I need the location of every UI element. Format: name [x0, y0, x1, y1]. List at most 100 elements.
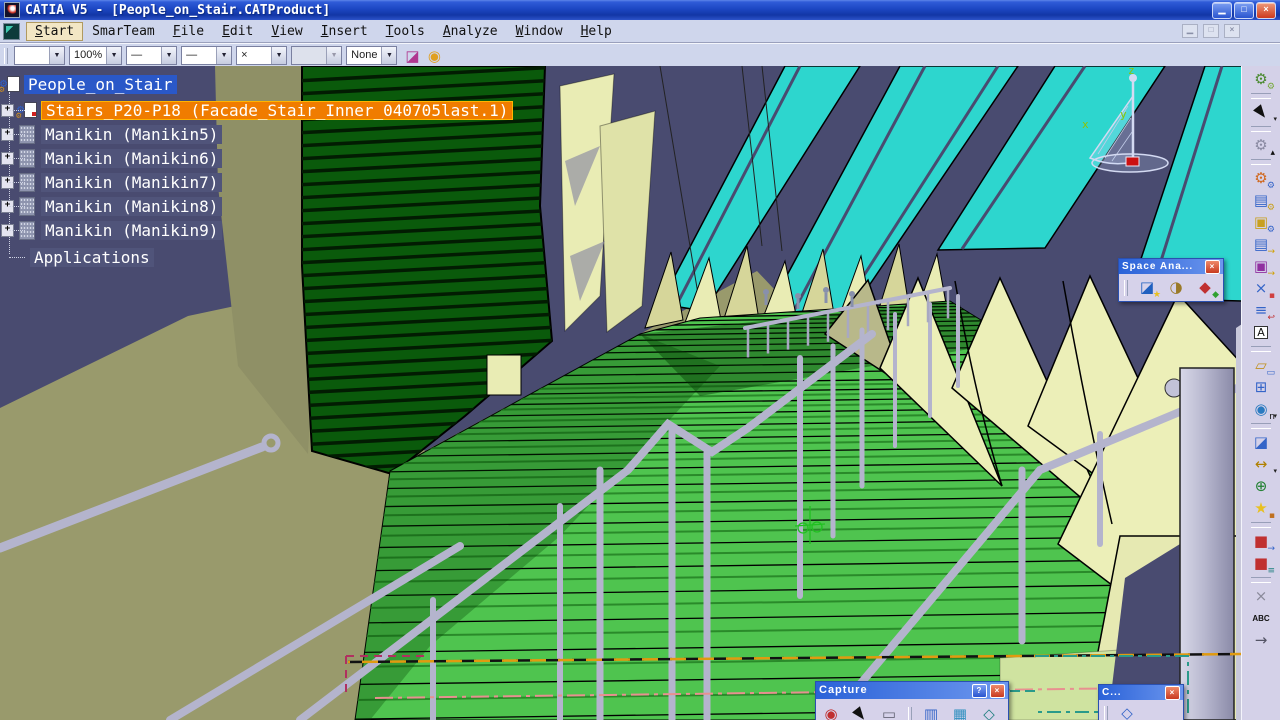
menu-item-start[interactable]: Start	[26, 22, 83, 41]
undo-list-icon[interactable]: ≡↩	[1248, 300, 1274, 321]
tree-root-row[interactable]: ⚙⚙People_on_Stair	[2, 74, 177, 94]
child-close-button[interactable]: ×	[1224, 24, 1240, 38]
panel-grip[interactable]	[1104, 706, 1108, 720]
c-toolbar[interactable]: C... × ◇	[1098, 684, 1184, 720]
menu-item-edit[interactable]: Edit	[213, 22, 262, 41]
line-type-combo[interactable]: —▼	[181, 46, 232, 65]
tree-item-label[interactable]: Stairs_P20-P18 (Facade_Stair_Inner_04070…	[41, 101, 513, 120]
toolbar-grip[interactable]	[4, 48, 8, 64]
tree-item-label[interactable]: Applications	[30, 248, 154, 267]
structure-tree-icon[interactable]: ⊞	[1248, 377, 1274, 398]
space-analysis-close-button[interactable]: ×	[1205, 260, 1220, 274]
tree-item-label[interactable]: Manikin (Manikin7)	[41, 173, 222, 192]
point-symbol-combo-arrow[interactable]: ▼	[271, 47, 286, 64]
opacity-combo-arrow[interactable]: ▼	[106, 47, 121, 64]
tree-item-label[interactable]: Manikin (Manikin8)	[41, 197, 222, 216]
highlight-pen-icon[interactable]: ★▪	[1248, 498, 1274, 519]
capture-options-icon[interactable]: ▭	[876, 704, 902, 720]
capture-clipboard-icon[interactable]: ▥	[918, 704, 944, 720]
menu-item-analyze[interactable]: Analyze	[434, 22, 507, 41]
layer-combo[interactable]: None▼	[346, 46, 397, 65]
measure-item-icon[interactable]: ×	[1248, 586, 1274, 607]
capture-toolbar[interactable]: Capture ? × ◉ ▭ ▥▦◇	[815, 681, 1009, 720]
menu-item-window[interactable]: Window	[507, 22, 572, 41]
menu-item-help[interactable]: Help	[572, 22, 621, 41]
export-document-icon[interactable]: ▤→	[1248, 234, 1274, 255]
title-bar[interactable]: CATIA V5 - [People_on_Stair.CATProduct] …	[0, 0, 1280, 20]
annotate-abc-icon[interactable]: ABC	[1248, 608, 1274, 629]
child-restore-button[interactable]: □	[1203, 24, 1219, 38]
text-frame-icon[interactable]: A	[1248, 322, 1274, 343]
color-combo[interactable]: ▼	[14, 46, 65, 65]
dropdown-corner[interactable]: ▾	[1273, 468, 1277, 475]
render-style-combo[interactable]: ▼	[291, 46, 342, 65]
restore-button[interactable]: □	[1234, 2, 1254, 19]
point-symbol-combo[interactable]: ×▼	[236, 46, 287, 65]
dimension-arrow-icon[interactable]: →	[1248, 630, 1274, 651]
menu-item-file[interactable]: File	[164, 22, 213, 41]
color-combo-arrow[interactable]: ▼	[49, 47, 64, 64]
update-gears-icon[interactable]: ⚙⚙	[1248, 168, 1274, 189]
distance-band-icon[interactable]: ◆◆	[1192, 277, 1218, 298]
layer-combo-arrow[interactable]: ▼	[381, 47, 396, 64]
tree-item-row[interactable]: +⚙⚙Stairs_P20-P18 (Facade_Stair_Inner_04…	[1, 100, 513, 120]
tree-item-label[interactable]: Manikin (Manikin5)	[41, 125, 222, 144]
c-close-button[interactable]: ×	[1165, 686, 1180, 700]
tree-item-row[interactable]: Applications	[30, 247, 154, 267]
line-weight-combo-arrow[interactable]: ▼	[161, 47, 176, 64]
arrange-space-icon[interactable]: ⊕	[1248, 476, 1274, 497]
capture-select-icon[interactable]	[847, 704, 873, 720]
space-analysis-toolbar[interactable]: Space Ana... × ◪★◑◆◆	[1118, 258, 1224, 302]
tree-item-row[interactable]: +Manikin (Manikin8)	[1, 196, 222, 216]
capture-help-button[interactable]: ?	[972, 684, 987, 698]
menu-item-tools[interactable]: Tools	[377, 22, 434, 41]
workbench-gears-icon[interactable]: ⚙⚙	[1248, 69, 1274, 90]
tree-item-label[interactable]: Manikin (Manikin6)	[41, 149, 222, 168]
layers-icon[interactable]: ▱▭	[1248, 355, 1274, 376]
clash-eraser-icon[interactable]: ◪	[1248, 432, 1274, 453]
broken-link-icon[interactable]: ×▪	[1248, 278, 1274, 299]
clash-analysis-icon[interactable]: ◪★	[1134, 277, 1160, 298]
tree-item-row[interactable]: +Manikin (Manikin7)	[1, 172, 222, 192]
capture-close-button[interactable]: ×	[990, 684, 1005, 698]
graphic-wizard-icon[interactable]: ◉	[423, 46, 445, 66]
measure-between-icon[interactable]: ↔▾	[1248, 454, 1274, 475]
menu-item-smarteam[interactable]: SmarTeam	[83, 22, 164, 41]
opacity-combo[interactable]: 100%▼	[69, 46, 122, 65]
painter-brush-icon[interactable]: ◪	[401, 46, 423, 66]
line-weight-combo[interactable]: —▼	[126, 46, 177, 65]
menu-item-insert[interactable]: Insert	[312, 22, 377, 41]
3d-viewport[interactable]: z y x ⚙⚙People_on_Stair+⚙⚙Stairs_P20-P18…	[0, 66, 1242, 720]
minimize-button[interactable]: ▁	[1212, 2, 1232, 19]
gear-select-icon[interactable]: ⚙▴	[1248, 135, 1274, 156]
capture-titlebar[interactable]: Capture ? ×	[816, 682, 1008, 699]
manipulation-cube-icon[interactable]: ■→	[1248, 531, 1274, 552]
c-titlebar[interactable]: C... ×	[1099, 685, 1183, 700]
child-minimize-button[interactable]: ▁	[1182, 24, 1198, 38]
tree-item-label[interactable]: Manikin (Manikin9)	[41, 221, 222, 240]
panel-grip[interactable]	[1124, 280, 1128, 296]
select-cursor-icon[interactable]: ▾	[1248, 102, 1274, 123]
capture-camera-icon[interactable]: ◉	[818, 704, 844, 720]
c-tool-icon[interactable]: ◇	[1114, 703, 1140, 720]
publish-web-icon[interactable]: ◉n▾	[1248, 399, 1274, 420]
capture-image-icon[interactable]: ▦	[947, 704, 973, 720]
dropdown-corner[interactable]: ▾	[1273, 116, 1277, 123]
space-analysis-titlebar[interactable]: Space Ana... ×	[1119, 259, 1223, 274]
sectioning-icon[interactable]: ◑	[1163, 277, 1189, 298]
import-scene-icon[interactable]: ▣→	[1248, 256, 1274, 277]
close-button[interactable]: ×	[1256, 2, 1276, 19]
compass-origin[interactable]	[1126, 157, 1139, 166]
tree-item-row[interactable]: +Manikin (Manikin6)	[1, 148, 222, 168]
sequence-cube-icon[interactable]: ■≡	[1248, 553, 1274, 574]
tree-item-row[interactable]: +Manikin (Manikin5)	[1, 124, 222, 144]
capture-vector-icon[interactable]: ◇	[976, 704, 1002, 720]
line-type-combo-arrow[interactable]: ▼	[216, 47, 231, 64]
menu-item-view[interactable]: View	[262, 22, 311, 41]
tree-item-row[interactable]: +Manikin (Manikin9)	[1, 220, 222, 240]
tree-root-label[interactable]: People_on_Stair	[24, 75, 177, 94]
dropdown-corner[interactable]: ▾	[1273, 413, 1277, 420]
gear-scene-icon[interactable]: ▣⚙	[1248, 212, 1274, 233]
gear-document-icon[interactable]: ▤⚙	[1248, 190, 1274, 211]
render-style-combo-arrow[interactable]: ▼	[326, 47, 341, 64]
